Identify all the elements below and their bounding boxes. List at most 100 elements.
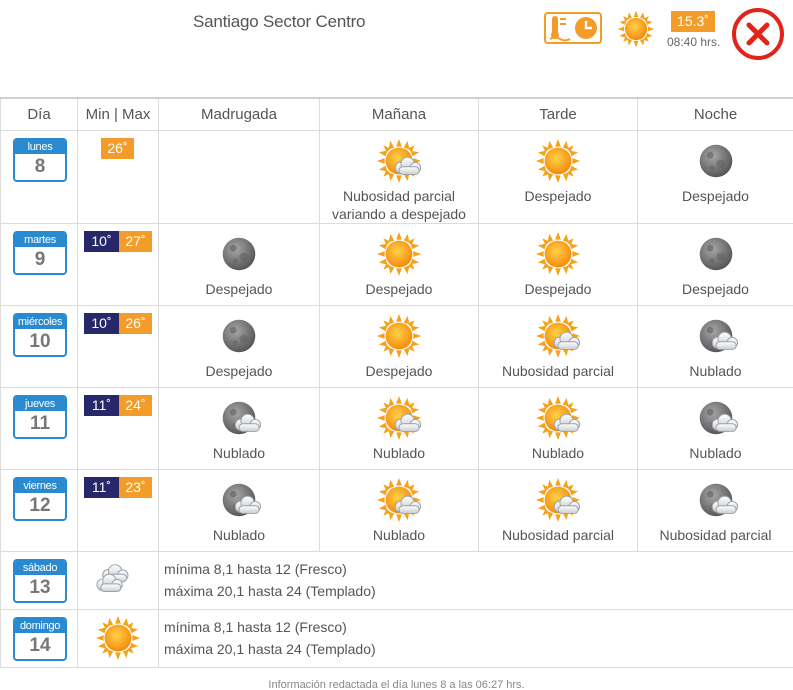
weather-description: Nubosidad parcial xyxy=(501,526,615,543)
weather-description: Nubosidad parcial xyxy=(501,362,615,379)
sun-icon xyxy=(535,231,581,276)
column-header-tarde: Tarde xyxy=(478,97,638,131)
min-range-text: mínima 8,1 hasta 12 (Fresco) xyxy=(164,561,347,577)
period-cell-madrugada: Despejado xyxy=(158,222,320,306)
minmax-cell: 10˚ 27˚ xyxy=(77,222,159,306)
period-cell-noche: Nublado xyxy=(637,386,793,470)
weather-description: Nublado xyxy=(531,444,585,461)
period-cell-tarde: Nubosidad parcial xyxy=(478,468,638,552)
clouds-icon xyxy=(96,564,129,592)
period-cell-noche: Nubosidad parcial xyxy=(637,468,793,552)
day-number: 11 xyxy=(29,412,51,434)
weather-description: Nublado xyxy=(372,526,426,543)
sun-cloud-icon xyxy=(376,395,422,440)
moon-icon xyxy=(222,319,256,352)
sun-cloud-icon xyxy=(535,313,581,358)
sun-icon xyxy=(535,138,581,183)
min-range-text: mínima 8,1 hasta 12 (Fresco) xyxy=(164,619,347,635)
period-cell-tarde: Despejado xyxy=(478,222,638,306)
day-name: viernes xyxy=(15,478,65,493)
max-temp-badge: 24˚ xyxy=(119,394,152,416)
min-temp-badge: 11˚ xyxy=(84,394,119,416)
weather-description: Despejado xyxy=(205,362,273,379)
min-temp-badge: 10˚ xyxy=(84,312,119,334)
sun-icon xyxy=(376,231,422,276)
max-range-text: máxima 20,1 hasta 24 (Templado) xyxy=(164,583,376,599)
day-name: jueves xyxy=(15,396,65,411)
day-number: 9 xyxy=(34,248,46,270)
day-number: 12 xyxy=(29,494,51,516)
table-row: viernes 12 11˚ 23˚ Nublado Nublado Nubosidad p… xyxy=(0,468,793,552)
day-cell: martes 9 xyxy=(0,222,78,306)
minmax-cell: 11˚ 24˚ xyxy=(77,386,159,470)
day-badge: miércoles 10 xyxy=(13,312,67,357)
day-cell: sábado 13 xyxy=(0,550,78,610)
table-header-row: Día Min | Max Madrugada Mañana Tarde Noc… xyxy=(0,97,793,131)
minmax-cell: 10˚ 26˚ xyxy=(77,304,159,388)
period-cell-madrugada: Nublado xyxy=(158,468,320,552)
moon-icon xyxy=(222,237,256,270)
sun-icon xyxy=(617,10,655,53)
moon-cloud-icon xyxy=(699,319,738,352)
current-temperature: 15.3˚ xyxy=(671,11,715,32)
day-number: 10 xyxy=(29,330,51,352)
min-temp-badge: 11˚ xyxy=(84,476,119,498)
close-button[interactable] xyxy=(732,8,784,60)
day-cell: miércoles 10 xyxy=(0,304,78,388)
footer-note: Información redactada el día lunes 8 a l… xyxy=(268,679,525,690)
column-header-day: Día xyxy=(0,97,78,131)
weather-description: Nublado xyxy=(212,526,266,543)
sun-icon xyxy=(376,313,422,358)
column-header-minmax: Min | Max xyxy=(77,97,159,131)
weather-description: Nublado xyxy=(689,444,742,461)
temperature-clock-icon[interactable] xyxy=(544,12,602,44)
minmax-cell: 26˚ xyxy=(77,129,159,224)
sun-cloud-icon xyxy=(376,477,422,522)
weather-description: Nublado xyxy=(689,362,742,379)
period-cell-madrugada: Despejado xyxy=(158,304,320,388)
table-row: jueves 11 11˚ 24˚ Nublado Nublado Nublado Nubla… xyxy=(0,386,793,470)
page-title: Santiago Sector Centro xyxy=(193,12,366,31)
max-temp-badge: 26˚ xyxy=(101,137,134,159)
extended-forecast-text: mínima 8,1 hasta 12 (Fresco) máxima 20,1 … xyxy=(158,550,793,610)
moon-cloud-icon xyxy=(222,483,262,516)
period-cell-manana: Nublado xyxy=(319,468,479,552)
day-cell: lunes 8 xyxy=(0,129,78,224)
period-cell-manana: Nubosidad parcial variando a despejado xyxy=(319,129,479,224)
weather-description: Nublado xyxy=(372,444,426,461)
day-badge: martes 9 xyxy=(13,230,67,275)
sun-cloud-icon xyxy=(535,395,581,440)
forecast-table: Día Min | Max Madrugada Mañana Tarde Noc… xyxy=(0,97,793,668)
sun-cloud-icon xyxy=(535,477,581,522)
weather-description: Nubosidad parcial xyxy=(659,526,772,543)
table-row: martes 9 10˚ 27˚ Despejado Despejado Despejado… xyxy=(0,222,793,306)
period-cell-tarde: Nublado xyxy=(478,386,638,470)
period-cell-tarde: Nubosidad parcial xyxy=(478,304,638,388)
minmax-cell: 11˚ 23˚ xyxy=(77,468,159,552)
day-badge: domingo 14 xyxy=(13,616,67,661)
max-range-text: máxima 20,1 hasta 24 (Templado) xyxy=(164,641,376,657)
day-cell: domingo 14 xyxy=(0,608,78,668)
weather-description: Despejado xyxy=(524,280,592,297)
extended-forecast-text: mínima 8,1 hasta 12 (Fresco) máxima 20,1 … xyxy=(158,608,793,668)
day-name: martes xyxy=(15,232,65,247)
weather-description: Despejado xyxy=(365,280,433,297)
moon-cloud-icon xyxy=(699,483,738,516)
period-cell-manana: Despejado xyxy=(319,304,479,388)
moon-icon xyxy=(699,237,732,270)
current-time: 08:40 hrs. xyxy=(667,35,721,49)
period-cell-noche: Despejado xyxy=(637,222,793,306)
min-temp-badge: 10˚ xyxy=(84,230,119,252)
weather-description: Despejado xyxy=(682,280,749,297)
weather-description: Nublado xyxy=(212,444,266,461)
day-name: domingo xyxy=(15,618,65,633)
moon-cloud-icon xyxy=(699,401,738,434)
day-name: miércoles xyxy=(15,314,65,329)
weather-description: Despejado xyxy=(524,187,592,204)
max-temp-badge: 26˚ xyxy=(119,312,152,334)
day-badge: lunes 8 xyxy=(13,137,67,182)
weather-description: Despejado xyxy=(205,280,273,297)
column-header-madrugada: Madrugada xyxy=(158,97,320,131)
period-cell-noche: Nublado xyxy=(637,304,793,388)
max-temp-badge: 23˚ xyxy=(119,476,152,498)
